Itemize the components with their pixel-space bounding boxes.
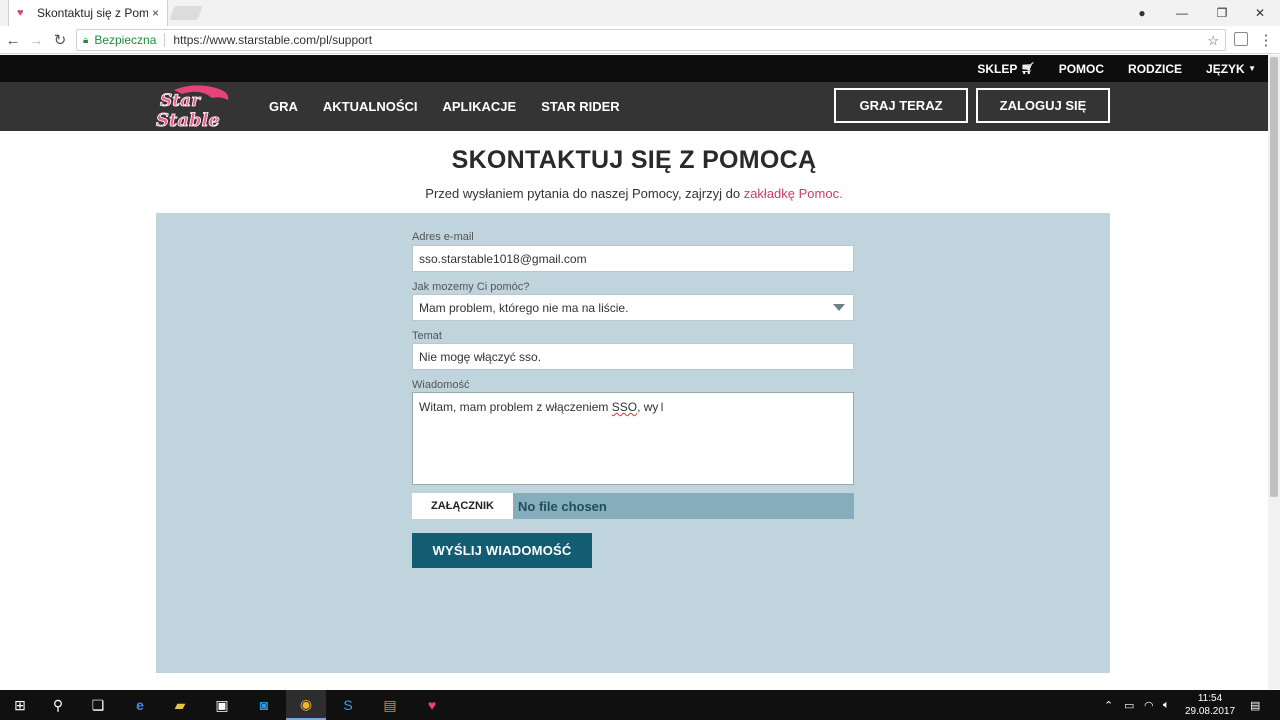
nav-star-rider[interactable]: STAR RIDER [541,99,619,114]
secure-label: Bezpieczna [94,33,157,47]
minimize-button[interactable]: — [1162,0,1202,26]
attachment-button[interactable]: ZAŁĄCZNIK [412,493,513,519]
new-tab-button[interactable] [169,6,203,20]
dropdown-arrow-icon [833,304,845,311]
chevron-down-icon: ▼ [1248,64,1256,73]
url-omnibox[interactable]: 🔒︎ Bezpieczna https://www.starstable.com… [76,29,1226,51]
email-label: Adres e-mail [412,231,474,243]
extension-icon[interactable] [1234,32,1248,46]
battery-icon[interactable]: ▭ [1124,690,1134,720]
tab-title: Skontaktuj się z Pomocą [37,6,148,20]
file-explorer-icon[interactable]: ▰ [160,690,200,720]
camera-app-icon[interactable]: ◙ [244,690,284,720]
notifications-icon[interactable]: ▤ [1250,690,1260,720]
back-arrow-icon[interactable]: ← [3,30,23,50]
attachment-status: No file chosen [513,493,854,519]
main-navigation: Star Stable GRA AKTUALNOŚCI APLIKACJE ST… [0,82,1268,131]
help-link[interactable]: POMOC [1059,62,1104,76]
volume-icon[interactable]: 🔈︎ [1163,690,1170,720]
clock-time: 11:54 [1197,693,1223,704]
cart-icon: 🛒︎ [1020,63,1035,75]
clock-date: 29.08.2017 [1184,706,1236,717]
skype-icon[interactable]: S [328,690,368,720]
profile-icon[interactable]: ● [1122,0,1162,26]
svg-text:Star: Star [160,91,201,111]
shop-link[interactable]: SKLEP 🛒︎ [977,62,1034,76]
email-field[interactable]: sso.starstable1018@gmail.com [412,245,854,272]
text-cursor-icon: I [660,400,664,414]
help-topic-label: Jak mozemy Ci pomóc? [412,281,530,293]
help-topic-value: Mam problem, którego nie ma na liście. [419,300,629,315]
browser-tab-bar: ♥ Skontaktuj się z Pomocą × ● — ❐ ✕ [0,0,1280,26]
nav-game[interactable]: GRA [269,99,298,114]
nav-news[interactable]: AKTUALNOŚCI [323,99,418,114]
subject-field[interactable]: Nie mogę włączyć sso. [412,343,854,370]
reload-icon[interactable]: ↻ [50,30,70,50]
window-close-button[interactable]: ✕ [1240,0,1280,26]
address-bar-row: ← → ↻ 🔒︎ Bezpieczna https://www.starstab… [0,26,1280,54]
svg-text:Stable: Stable [156,110,220,130]
subtitle-text: Przed wysłaniem pytania do naszej Pomocy… [425,186,744,201]
page-scrollbar[interactable] [1268,55,1280,689]
edge-browser-icon[interactable]: e [120,690,160,720]
task-view-icon[interactable]: ❏ [78,690,118,720]
omnibox-divider [164,33,166,47]
language-dropdown[interactable]: JĘZYK ▼ [1206,62,1256,76]
message-text-start: Witam, mam problem z włączeniem [419,400,612,414]
wifi-icon[interactable]: ◠ [1144,690,1154,720]
scrollbar-thumb[interactable] [1270,57,1278,497]
play-now-button[interactable]: GRAJ TERAZ [834,88,968,123]
send-message-button[interactable]: WYŚLIJ WIADOMOŚĆ [412,533,592,568]
subject-label: Temat [412,330,442,342]
help-topic-select[interactable]: Mam problem, którego nie ma na liście. [412,294,854,321]
page-title: SKONTAKTUJ SIĘ Z POMOCĄ [451,146,817,174]
url-text[interactable]: https://www.starstable.com/pl/support [173,33,372,47]
parents-link[interactable]: RODZICE [1128,62,1182,76]
paint-app-icon[interactable]: ▤ [370,690,410,720]
shop-link-label: SKLEP [977,61,1018,76]
store-icon[interactable]: ▣ [202,690,242,720]
page-subtitle: Przed wysłaniem pytania do naszej Pomocy… [0,186,1268,201]
language-label: JĘZYK [1206,61,1245,76]
site-top-bar: SKLEP 🛒︎ POMOC RODZICE JĘZYK ▼ [0,55,1268,82]
chrome-browser-icon[interactable]: ◉ [286,690,326,720]
search-icon[interactable]: ⚲ [38,690,78,720]
bookmark-star-icon[interactable]: ☆ [1207,33,1219,49]
system-clock[interactable]: 11:54 29.08.2017 [1180,692,1240,718]
lock-icon: 🔒︎ [83,34,89,46]
windows-taskbar: ⊞ ⚲ ❏ e ▰ ▣ ◙ ◉ S ▤ ♥ ⌃ ▭ ◠ 🔈︎ 11:54 29.… [0,690,1280,720]
login-button[interactable]: ZALOGUJ SIĘ [976,88,1110,123]
tray-expand-icon[interactable]: ⌃ [1104,690,1113,720]
message-text-end: , wy [637,400,659,414]
star-stable-app-icon[interactable]: ♥ [412,690,452,720]
star-stable-logo[interactable]: Star Stable [154,84,234,130]
browser-tab[interactable]: ♥ Skontaktuj się z Pomocą × [8,0,168,26]
forward-arrow-icon[interactable]: → [26,30,46,50]
help-tab-link[interactable]: zakładkę Pomoc. [744,186,843,201]
restore-button[interactable]: ❐ [1202,0,1242,26]
chrome-menu-icon[interactable]: ⋮ [1256,30,1276,50]
message-misspelled-word: SSO [611,400,638,414]
site-favicon-icon: ♥ [17,7,24,19]
nav-apps[interactable]: APLIKACJE [443,99,517,114]
message-label: Wiadomość [412,379,470,391]
windows-start-icon[interactable]: ⊞ [0,690,40,720]
close-tab-icon[interactable]: × [152,6,159,20]
message-textarea[interactable]: Witam, mam problem z włączeniem SSO, wy I [412,392,854,485]
